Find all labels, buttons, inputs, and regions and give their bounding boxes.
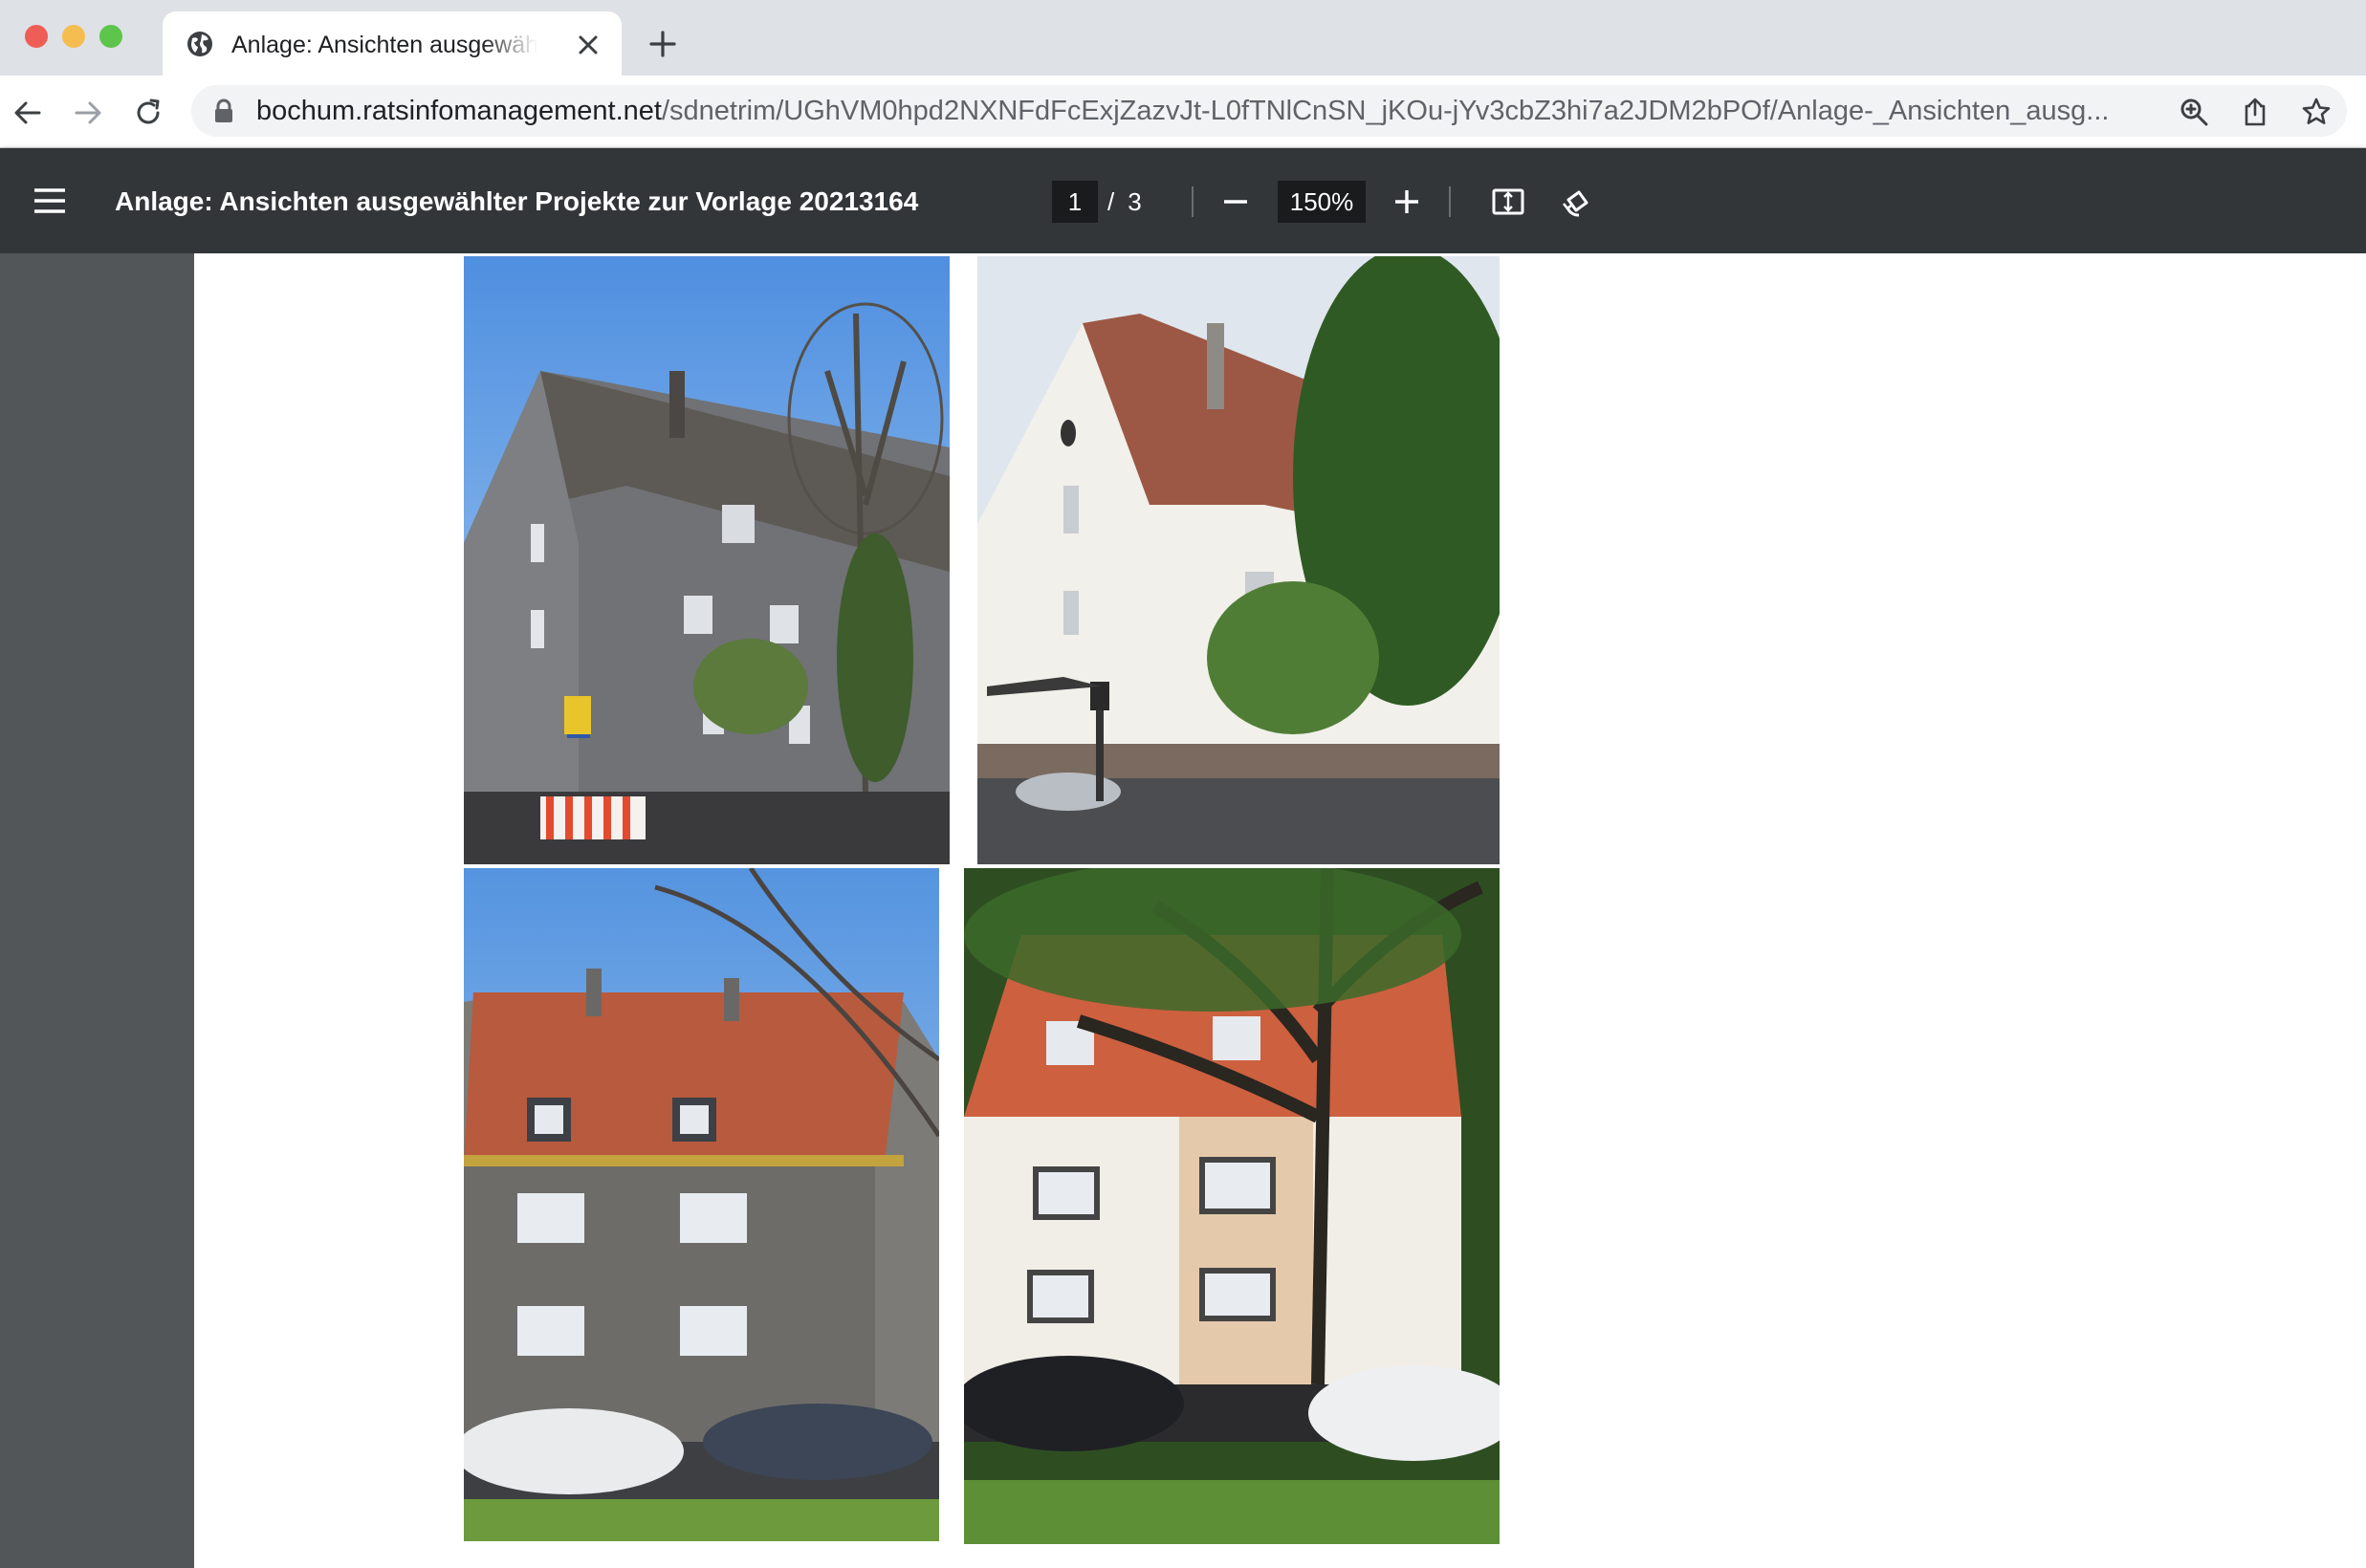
toolbar-divider <box>1192 186 1194 217</box>
forward-arrow-icon[interactable] <box>72 97 104 129</box>
pdf-page <box>194 253 2366 1568</box>
page-number-input[interactable]: 1 <box>1052 181 1098 223</box>
zoom-in-icon[interactable] <box>1390 185 1424 219</box>
share-icon[interactable] <box>2240 97 2270 127</box>
zoom-out-icon[interactable] <box>1218 185 1253 219</box>
page-count: /3 <box>1100 181 1186 223</box>
bookmark-star-icon[interactable] <box>2301 97 2332 127</box>
lock-icon[interactable] <box>212 98 235 123</box>
document-title: Anlage: Ansichten ausgewählter Projekte … <box>115 186 919 216</box>
url-host: bochum.ratsinfomanagement.net <box>256 96 662 126</box>
url-path: /sdnetrim/UGhVM0hpd2NXNFdFcExjZazvJt-L0f… <box>661 96 2110 126</box>
back-arrow-icon[interactable] <box>11 97 44 129</box>
photo-gray-house-red-roof <box>464 868 939 1541</box>
tab-strip: Anlage: Ansichten ausgewählter Projekte … <box>0 0 2366 76</box>
close-tab-icon[interactable] <box>576 33 601 57</box>
photo-white-beige-house-with-tree <box>964 868 1500 1544</box>
browser-toolbar: bochum.ratsinfomanagement.net/sdnetrim/U… <box>0 76 2366 148</box>
browser-tab-active[interactable]: Anlage: Ansichten ausgewählter Projekte … <box>163 11 622 76</box>
menu-icon[interactable] <box>33 186 67 215</box>
page-separator: / <box>1107 187 1115 216</box>
maximize-window-button[interactable] <box>99 25 122 48</box>
toolbar-divider <box>1449 186 1451 217</box>
rotate-icon[interactable] <box>1560 185 1594 219</box>
reload-icon[interactable] <box>132 97 164 129</box>
new-tab-icon[interactable] <box>648 30 677 58</box>
address-bar[interactable]: bochum.ratsinfomanagement.net/sdnetrim/U… <box>191 85 2347 137</box>
zoom-magnifier-icon[interactable] <box>2179 97 2209 127</box>
globe-icon <box>187 32 212 56</box>
total-pages: 3 <box>1128 187 1142 216</box>
pdf-viewer-area[interactable] <box>0 253 2366 1568</box>
url-text: bochum.ratsinfomanagement.net/sdnetrim/U… <box>256 96 2236 126</box>
close-window-button[interactable] <box>25 25 48 48</box>
minimize-window-button[interactable] <box>62 25 85 48</box>
pdf-toolbar: Anlage: Ansichten ausgewählter Projekte … <box>0 148 2366 253</box>
photo-white-house-with-trees <box>977 256 1500 864</box>
tab-title: Anlage: Ansichten ausgewählter Projekte … <box>231 32 537 58</box>
zoom-level-input[interactable]: 150% <box>1278 181 1366 223</box>
fit-to-page-icon[interactable] <box>1491 185 1525 219</box>
photo-gray-house-with-tree <box>464 256 950 864</box>
